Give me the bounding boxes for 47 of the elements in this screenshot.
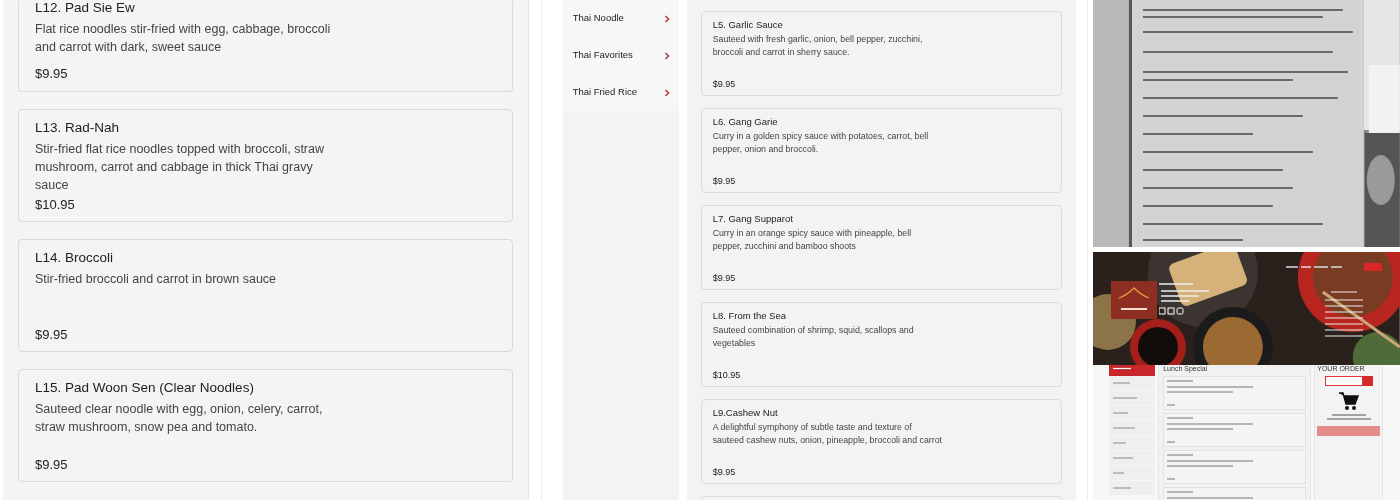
item-description: A delightful symphony of subtle taste and texture of sauteed cashew nuts, onion, pineapple, broccoli and carrot <box>712 421 943 447</box>
item-title: L14. Broccoli <box>35 249 115 267</box>
item-price: $9.95 <box>712 272 737 284</box>
item-title: L6. Gang Garie <box>712 115 779 128</box>
settings-button[interactable] <box>1362 376 1373 386</box>
item-description: Sauteed with fresh garlic, onion, bell pepper, zucchini, broccoli and carrot in sherry sauce. <box>712 33 924 59</box>
item-title: L5. Garlic Sauce <box>712 18 784 31</box>
item-price: $9.95 <box>712 175 737 187</box>
item-description: Curry in a golden spicy sauce with potatoes, carrot, bell pepper, onion and broccoli. <box>712 130 930 156</box>
menu-item-card[interactable]: L6. Gang Garie Curry in a golden spicy sauce with potatoes, carrot, bell pepper, onion and broccoli. $9.95 <box>700 108 1062 193</box>
item-title: L13. Rad-Nah <box>35 119 121 137</box>
cart-icon <box>1338 391 1359 411</box>
category-item[interactable]: Thai Fried Rice <box>562 74 679 111</box>
item-description: Sauteed combination of shrimp, squid, scallops and vegetables <box>712 324 915 350</box>
item-title: L12. Pad Sie Ew <box>35 0 136 17</box>
category-item[interactable]: Thai Noodle <box>562 0 679 37</box>
chevron-right-icon <box>663 14 670 23</box>
menu-item-card[interactable]: L12. Pad Sie Ew Flat rice noodles stir-fried with egg, cabbage, broccoli and carrot with dark, sweet sauce $9.95 <box>18 0 513 92</box>
item-title: L15. Pad Woon Sen (Clear Noodles) <box>35 379 255 397</box>
item-title: L7. Gang Supparot <box>712 212 794 225</box>
item-price: $9.95 <box>712 78 737 90</box>
item-price: $10.95 <box>712 369 742 381</box>
item-description: Sauteed clear noodle with egg, onion, celery, carrot, straw mushroom, snow pea and tomato. <box>35 401 324 436</box>
menu-item-card[interactable]: L7. Gang Supparot Curry in an orange spicy sauce with pineapple, bell pepper, zucchini and bamboo shoots $9.95 <box>700 205 1062 290</box>
chevron-right-icon <box>663 88 670 97</box>
item-price: $9.95 <box>35 326 69 344</box>
item-description: Flat rice noodles stir-fried with egg, cabbage, broccoli and carrot with dark, sweet sauce <box>35 21 332 56</box>
item-price: $9.95 <box>35 65 69 83</box>
item-price: $10.95 <box>35 196 76 214</box>
item-price: $9.95 <box>35 456 69 474</box>
item-title: L9.Cashew Nut <box>712 406 779 419</box>
menu-item-card[interactable]: L14. Broccoli Stir-fried broccoli and carrot in brown sauce $9.95 <box>18 239 513 352</box>
menu-item-card[interactable]: L5. Garlic Sauce Sauteed with fresh garlic, onion, bell pepper, zucchini, broccoli and carrot in sherry sauce. $9.95 <box>700 11 1062 96</box>
menu-item-card[interactable]: L15. Pad Woon Sen (Clear Noodles) Sauteed clear noodle with egg, onion, celery, carrot, straw mushroom, snow pea and tomato. $9.95 <box>18 369 513 482</box>
item-description: Curry in an orange spicy sauce with pineapple, bell pepper, zucchini and bamboo shoots <box>712 227 913 253</box>
item-title: L8. From the Sea <box>712 309 788 322</box>
logo <box>1111 281 1158 319</box>
checkout-button[interactable] <box>1317 426 1381 436</box>
menu-item-card[interactable]: L8. From the Sea Sauteed combination of shrimp, squid, scallops and vegetables $10.95 <box>700 302 1062 387</box>
menu-item-card[interactable]: L13. Rad-Nah Stir-fried flat rice noodles topped with broccoli, straw mushroom, carrot and cabbage in thick Thai gravy sauce $10.95 <box>18 109 513 222</box>
pickup-button[interactable] <box>1324 376 1363 386</box>
menu-item-card[interactable]: L9.Cashew Nut A delightful symphony of subtle taste and texture of sauteed cashew nuts, onion, pineapple, broccoli and carrot $9.95 <box>700 399 1062 484</box>
item-price: $9.95 <box>712 466 737 478</box>
chevron-right-icon <box>663 51 670 60</box>
item-description: Stir-fried flat rice noodles topped with broccoli, straw mushroom, carrot and cabbage in thick Thai gravy sauce <box>35 141 325 194</box>
item-description: Stir-fried broccoli and carrot in brown sauce <box>35 271 278 288</box>
category-item[interactable]: Thai Favorites <box>562 37 679 74</box>
